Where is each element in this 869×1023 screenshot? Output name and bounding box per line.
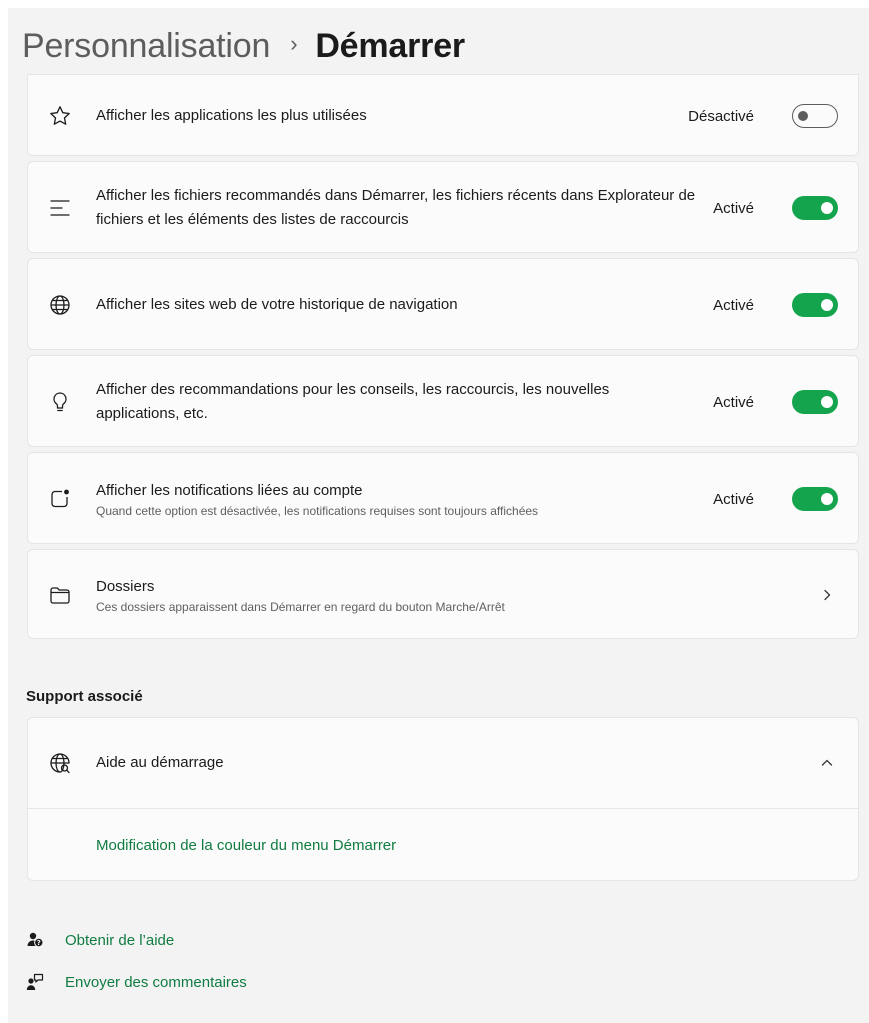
- settings-window: Personnalisation › Démarrer Afficher les…: [8, 8, 869, 1023]
- star-icon: [48, 104, 72, 128]
- help-start-expander[interactable]: Aide au démarrage: [28, 718, 858, 808]
- section-heading: Support associé: [26, 688, 143, 705]
- toggle-switch[interactable]: [792, 196, 838, 220]
- globe-icon: [48, 293, 72, 317]
- get-help-label: Obtenir de l’aide: [65, 931, 175, 949]
- notification-icon: [48, 487, 72, 511]
- list-icon: [48, 196, 72, 220]
- lightbulb-icon: [48, 390, 72, 414]
- support-card: Aide au démarrage Modification de la cou…: [27, 717, 859, 881]
- folders-link-card[interactable]: Dossiers Ces dossiers apparaissent dans …: [27, 549, 859, 639]
- toggle-knob: [798, 111, 808, 121]
- setting-title: Afficher les notifications liées au comp…: [96, 481, 363, 499]
- chevron-right-icon: [820, 588, 834, 602]
- toggle-knob: [821, 396, 833, 408]
- expander-title: Aide au démarrage: [96, 754, 224, 771]
- page-title: Démarrer: [315, 26, 465, 65]
- breadcrumb: Personnalisation › Démarrer: [22, 18, 465, 74]
- toggle-state-label: Activé: [713, 393, 754, 411]
- toggle-knob: [821, 202, 833, 214]
- send-feedback-link[interactable]: Envoyer des commentaires: [26, 970, 247, 994]
- toggle-state-label: Activé: [713, 490, 754, 508]
- chevron-up-icon[interactable]: [820, 756, 834, 770]
- feedback-icon: [26, 973, 44, 991]
- svg-text:?: ?: [37, 939, 41, 947]
- change-start-color-link[interactable]: Modification de la couleur du menu Démar…: [96, 837, 396, 854]
- setting-account-notifications: Afficher les notifications liées au comp…: [27, 452, 859, 544]
- setting-recommended-files: Afficher les fichiers recommandés dans D…: [27, 161, 859, 253]
- breadcrumb-separator: ›: [290, 31, 298, 56]
- setting-title: Afficher les fichiers recommandés dans D…: [96, 187, 696, 228]
- setting-tips-recommendations: Afficher des recommandations pour les co…: [27, 355, 859, 447]
- toggle-switch[interactable]: [792, 104, 838, 128]
- folder-icon: [48, 583, 72, 607]
- toggle-state-label: Activé: [713, 296, 754, 314]
- setting-subtitle: Quand cette option est désactivée, les n…: [96, 503, 539, 518]
- setting-title: Dossiers: [96, 577, 155, 595]
- toggle-knob: [821, 299, 833, 311]
- setting-most-used-apps: Afficher les applications les plus utili…: [27, 74, 859, 156]
- setting-title: Afficher les applications les plus utili…: [96, 107, 367, 124]
- setting-subtitle: Ces dossiers apparaissent dans Démarrer …: [96, 599, 505, 614]
- help-person-icon: ?: [26, 931, 44, 949]
- toggle-switch[interactable]: [792, 293, 838, 317]
- get-help-link[interactable]: ? Obtenir de l’aide: [26, 928, 174, 952]
- toggle-state-label: Désactivé: [688, 107, 754, 125]
- toggle-state-label: Activé: [713, 199, 754, 217]
- globe-search-icon: [48, 751, 72, 775]
- setting-title: Afficher les sites web de votre historiq…: [96, 296, 458, 313]
- setting-browsing-history-sites: Afficher les sites web de votre historiq…: [27, 258, 859, 350]
- toggle-switch[interactable]: [792, 487, 838, 511]
- send-feedback-label: Envoyer des commentaires: [65, 973, 247, 991]
- toggle-knob: [821, 493, 833, 505]
- breadcrumb-parent[interactable]: Personnalisation: [22, 27, 270, 66]
- toggle-switch[interactable]: [792, 390, 838, 414]
- setting-title: Afficher des recommandations pour les co…: [96, 381, 610, 422]
